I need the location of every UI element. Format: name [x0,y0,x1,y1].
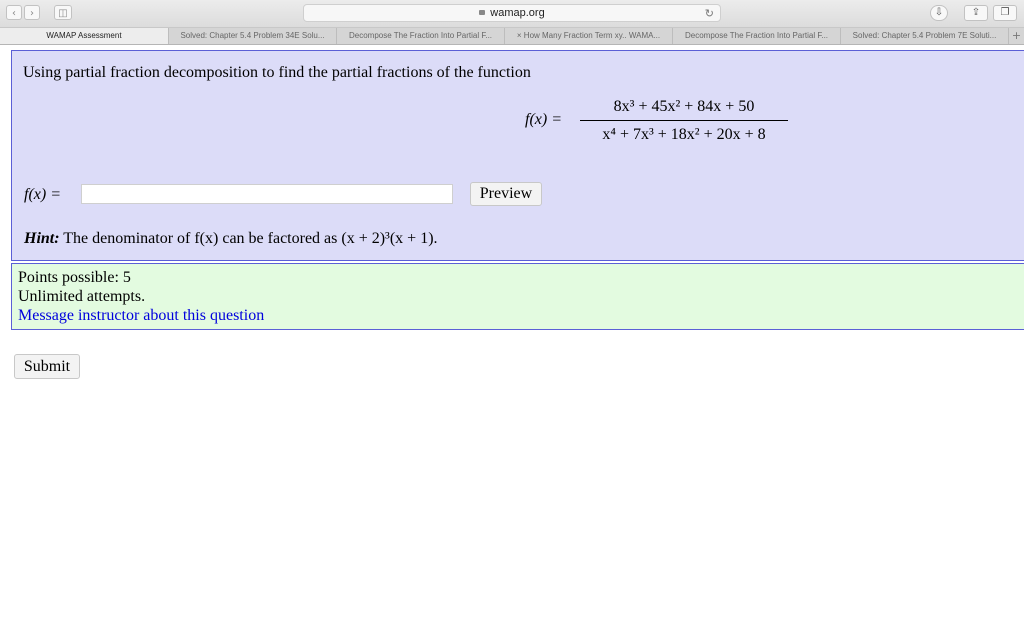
forward-icon[interactable]: › [24,5,40,20]
preview-button[interactable]: Preview [470,182,542,206]
share-icon[interactable]: ⇪ [964,5,988,21]
answer-input[interactable] [81,184,453,204]
tab-bar: WAMAP Assessment Solved: Chapter 5.4 Pro… [0,28,1024,45]
hint-prefix: Hint: [24,230,60,247]
tab-fraction-term[interactable]: × How Many Fraction Term xy.. WAMA... [505,28,673,44]
browser-toolbar: ‹ › ◫ wamap.org ↻ ⇩ ⇪ ❐ [0,0,1024,28]
back-icon[interactable]: ‹ [6,5,22,20]
new-tab-icon[interactable]: + [1009,28,1024,44]
function-fraction: 8x³ + 45x² + 84x + 50 x⁴ + 7x³ + 18x² + … [580,98,788,144]
points-possible: Points possible: 5 [18,269,131,286]
fraction-bar [580,120,788,121]
tab-decompose-2[interactable]: Decompose The Fraction Into Partial F... [673,28,841,44]
lock-icon [479,10,486,15]
fraction-denominator: x⁴ + 7x³ + 18x² + 20x + 8 [602,126,766,143]
reload-icon[interactable]: ↻ [705,6,714,21]
tabs-overview-icon[interactable]: ❐ [993,5,1017,21]
submit-button[interactable]: Submit [14,354,80,379]
answer-label: f(x) = [24,186,61,203]
tab-solved-34e[interactable]: Solved: Chapter 5.4 Problem 34E Solu... [169,28,337,44]
attempts-info: Unlimited attempts. [18,288,146,305]
address-text: wamap.org [490,7,545,19]
fraction-numerator: 8x³ + 45x² + 84x + 50 [613,98,755,115]
download-icon[interactable]: ⇩ [930,5,948,21]
sidebar-icon[interactable]: ◫ [54,5,72,20]
info-box: Points possible: 5 Unlimited attempts. M… [11,263,1024,330]
question-box: Using partial fraction decomposition to … [11,50,1024,261]
message-instructor-link[interactable]: Message instructor about this question [18,307,264,325]
hint: Hint: The denominator of f(x) can be fac… [24,230,438,248]
tab-decompose-1[interactable]: Decompose The Fraction Into Partial F... [337,28,505,44]
question-prompt: Using partial fraction decomposition to … [23,64,531,81]
tab-solved-7e[interactable]: Solved: Chapter 5.4 Problem 7E Soluti... [841,28,1009,44]
function-label: f(x) = [525,111,562,128]
address-bar[interactable]: wamap.org ↻ [303,4,721,22]
tab-wamap-assessment[interactable]: WAMAP Assessment [0,28,169,44]
hint-text: The denominator of f(x) can be factored … [63,230,438,247]
